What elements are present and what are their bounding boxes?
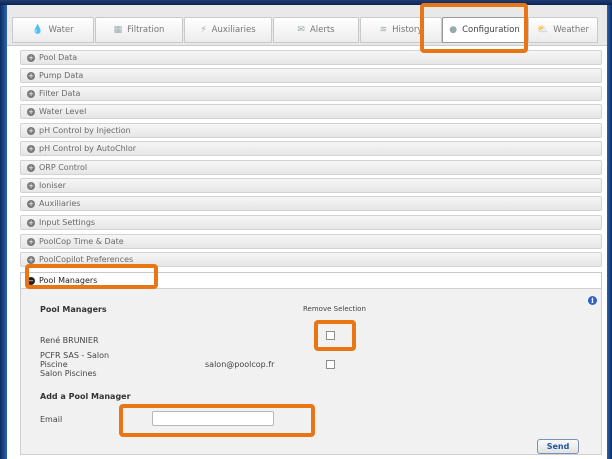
accordion-filter-data[interactable]: + Filter Data — [20, 86, 602, 101]
tab-label: Configuration — [462, 25, 520, 35]
accordion-pump-data[interactable]: + Pump Data — [20, 68, 602, 83]
accordion-label: Water Level — [39, 107, 87, 116]
manager-name-line3: Salon Piscines — [40, 369, 97, 378]
plus-circle-icon: + — [27, 181, 35, 190]
droplet-icon: 💧 — [32, 25, 44, 35]
weather-icon: ⛅ — [536, 25, 549, 35]
accordion-ph-autochlor[interactable]: + pH Control by AutoChlor — [20, 141, 602, 156]
accordion-pool-managers[interactable]: − Pool Managers — [20, 272, 602, 288]
tab-water[interactable]: 💧 Water — [12, 17, 94, 43]
accordion-label: PoolCop Time & Date — [39, 237, 124, 246]
tab-auxiliaries[interactable]: ⚡ Auxiliaries — [184, 17, 272, 43]
accordion-poolcopilot-preferences[interactable]: + PoolCopilot Preferences — [20, 252, 602, 267]
plug-icon: ⚡ — [200, 25, 207, 35]
info-icon[interactable]: i — [588, 296, 597, 305]
tab-configuration[interactable]: ● Configuration — [442, 17, 527, 43]
plus-circle-icon: + — [27, 199, 35, 208]
manager-name-line2: Piscine — [40, 360, 68, 369]
manager-name: René BRUNIER — [40, 336, 99, 345]
tab-label: Auxiliaries — [211, 25, 256, 35]
accordion-time-date[interactable]: + PoolCop Time & Date — [20, 234, 602, 249]
plus-circle-icon: + — [27, 71, 35, 80]
tab-filtration[interactable]: ▦ Filtration — [95, 17, 183, 43]
tab-bar: 💧 Water ▦ Filtration ⚡ Auxiliaries ✉ Ale… — [7, 5, 607, 46]
send-button[interactable]: Send — [537, 439, 579, 454]
minus-circle-icon: − — [27, 276, 35, 285]
accordion-label: Auxiliaries — [39, 199, 81, 208]
tab-weather[interactable]: ⛅ Weather — [528, 17, 598, 43]
plus-circle-icon: + — [27, 126, 35, 135]
manager-name-line1: PCFR SAS - Salon — [40, 351, 110, 360]
accordion-label: Pump Data — [39, 71, 84, 80]
accordion-auxiliaries[interactable]: + Auxiliaries — [20, 196, 602, 211]
accordion-orp-control[interactable]: + ORP Control — [20, 160, 602, 175]
section-heading: Pool Managers — [40, 305, 107, 314]
accordion-pool-data[interactable]: + Pool Data — [20, 50, 602, 65]
remove-checkbox-rene[interactable] — [326, 331, 335, 340]
tab-label: Water — [48, 25, 74, 35]
accordion-ioniser[interactable]: + Ioniser — [20, 178, 602, 193]
accordion-ph-injection[interactable]: + pH Control by Injection — [20, 123, 602, 138]
tab-label: Filtration — [127, 25, 165, 35]
pool-managers-content: Pool Managers Remove Selection i René BR… — [20, 288, 602, 455]
filter-icon: ▦ — [113, 25, 123, 35]
plus-circle-icon: + — [27, 163, 35, 172]
plus-circle-icon: + — [27, 53, 35, 62]
accordion-water-level[interactable]: + Water Level — [20, 104, 602, 119]
accordion-label: Pool Data — [39, 53, 78, 62]
configuration-panel: + Pool Data + Pump Data + Filter Data + Wate… — [20, 50, 602, 455]
accordion-label: pH Control by AutoChlor — [39, 144, 137, 153]
remove-checkbox-pcfr[interactable] — [326, 360, 335, 369]
accordion-input-settings[interactable]: + Input Settings — [20, 215, 602, 230]
plus-circle-icon: + — [27, 89, 35, 98]
accordion-label: Pool Managers — [39, 276, 98, 285]
gear-icon: ● — [449, 25, 458, 35]
remove-selection-label: Remove Selection — [303, 305, 366, 313]
tab-label: Weather — [553, 25, 589, 35]
manager-email: salon@poolcop.fr — [205, 360, 275, 369]
envelope-icon: ✉ — [297, 25, 305, 35]
plus-circle-icon: + — [27, 218, 35, 227]
tab-alerts[interactable]: ✉ Alerts — [273, 17, 359, 43]
accordion-label: Ioniser — [39, 181, 66, 190]
email-label: Email — [40, 415, 63, 424]
tab-history[interactable]: ≋ History — [360, 17, 442, 43]
tab-label: Alerts — [309, 25, 335, 35]
accordion-label: Input Settings — [39, 218, 96, 227]
add-manager-heading: Add a Pool Manager — [40, 392, 131, 401]
chart-icon: ≋ — [379, 25, 388, 35]
left-frame — [0, 5, 7, 459]
right-frame — [607, 5, 612, 459]
accordion-label: pH Control by Injection — [39, 126, 131, 135]
accordion-label: Filter Data — [39, 89, 81, 98]
plus-circle-icon: + — [27, 144, 35, 153]
tab-label: History — [392, 25, 423, 35]
plus-circle-icon: + — [27, 255, 35, 264]
email-field[interactable] — [152, 411, 274, 426]
accordion-label: ORP Control — [39, 163, 88, 172]
plus-circle-icon: + — [27, 107, 35, 116]
plus-circle-icon: + — [27, 237, 35, 246]
accordion-label: PoolCopilot Preferences — [39, 255, 134, 264]
